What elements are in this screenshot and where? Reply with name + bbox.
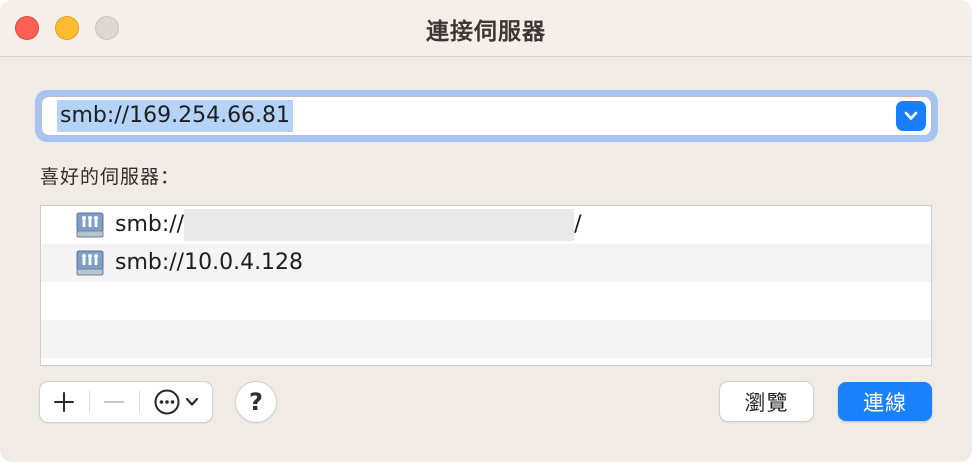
help-button[interactable]: ? (236, 382, 276, 422)
favorites-segmented-control (40, 382, 212, 422)
server-address-input[interactable]: smb://169.254.66.81 (57, 100, 294, 132)
server-url-suffix: / (574, 212, 582, 237)
server-url: smb:// / (115, 209, 582, 241)
window-title: 連接伺服器 (426, 19, 546, 45)
list-item[interactable]: smb://10.0.4.128 (41, 244, 931, 282)
favorite-servers-label: 喜好的伺服器： (40, 166, 181, 188)
network-server-icon (76, 212, 104, 238)
remove-favorite-button[interactable] (90, 382, 138, 422)
browse-button[interactable]: 瀏覽 (720, 382, 813, 421)
more-actions-menu-button[interactable] (140, 382, 212, 422)
recent-servers-dropdown-button[interactable] (896, 101, 926, 131)
list-item[interactable]: smb:// / (41, 206, 931, 244)
network-server-icon (76, 250, 104, 276)
empty-row (41, 282, 931, 320)
chevron-down-icon (904, 111, 918, 120)
title-bar: 連接伺服器 (0, 0, 972, 57)
redacted-text (184, 209, 575, 241)
server-url-prefix: smb:// (115, 212, 185, 237)
connect-to-server-window: 連接伺服器 smb://169.254.66.81 喜好的伺服器： smb://… (0, 0, 972, 462)
minus-icon (104, 401, 124, 403)
add-favorite-button[interactable] (40, 382, 88, 422)
chevron-down-icon (185, 397, 199, 406)
server-url: smb://10.0.4.128 (115, 250, 304, 275)
ellipsis-circle-icon (154, 389, 180, 415)
connect-button[interactable]: 連線 (838, 382, 932, 421)
empty-row (41, 320, 931, 358)
plus-icon (54, 392, 74, 412)
favorite-servers-list[interactable]: smb:// / smb://10.0.4.128 (40, 205, 932, 366)
